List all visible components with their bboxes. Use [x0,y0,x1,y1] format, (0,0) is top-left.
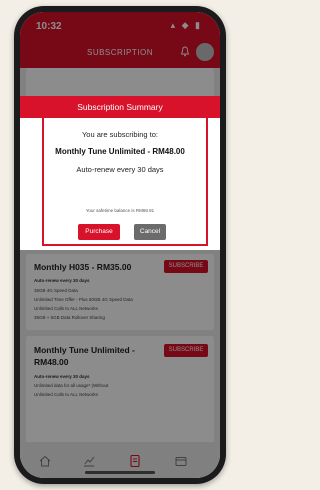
subscribing-label: You are subscribing to: [81,130,159,139]
purchase-button[interactable]: Purchase [78,224,120,240]
balance-note: Your safetime balance is RM68.91 [85,208,155,213]
cancel-button[interactable]: Cancel [134,224,166,240]
screen: 10:32 ▴ ◆ ▮ SUBSCRIPTION 2GB Data Rollov… [20,12,220,478]
phone-frame: 10:32 ▴ ◆ ▮ SUBSCRIPTION 2GB Data Rollov… [14,6,226,484]
renew-note: Auto-renew every 30 days [76,165,164,174]
modal-title: Subscription Summary [20,96,220,118]
plan-name: Monthly Tune Unlimited - RM48.00 [55,147,185,156]
